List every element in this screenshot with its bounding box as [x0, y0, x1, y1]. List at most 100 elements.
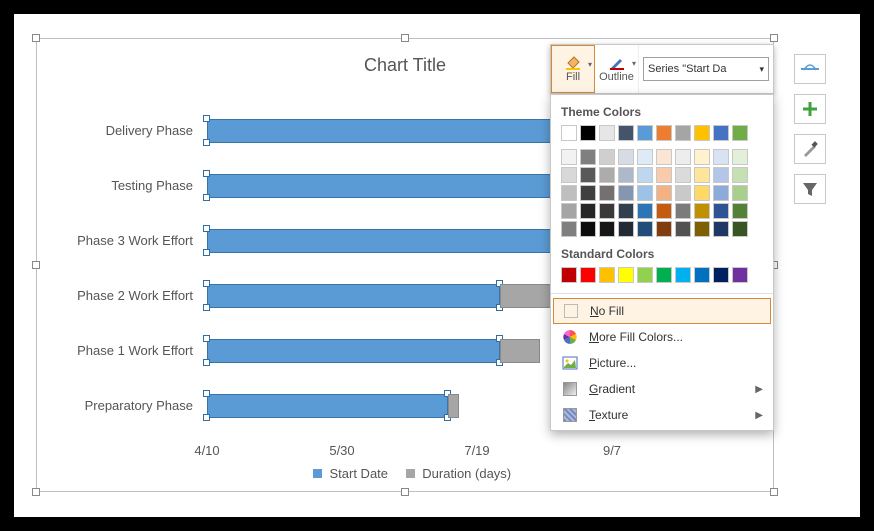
- color-swatch[interactable]: [675, 149, 691, 165]
- chart-styles-button[interactable]: [794, 134, 826, 164]
- selection-handle[interactable]: [203, 390, 210, 397]
- color-swatch[interactable]: [656, 167, 672, 183]
- chart-filters-button[interactable]: [794, 174, 826, 204]
- color-swatch[interactable]: [675, 221, 691, 237]
- bar-duration[interactable]: [500, 339, 541, 363]
- bar-start-date[interactable]: [207, 284, 500, 308]
- color-swatch[interactable]: [580, 149, 596, 165]
- selection-handle[interactable]: [203, 115, 210, 122]
- color-swatch[interactable]: [713, 149, 729, 165]
- series-selector[interactable]: Series "Start Da ▾: [643, 57, 769, 81]
- color-swatch[interactable]: [637, 221, 653, 237]
- color-swatch[interactable]: [618, 125, 634, 141]
- color-swatch[interactable]: [656, 149, 672, 165]
- color-swatch[interactable]: [656, 185, 672, 201]
- color-swatch[interactable]: [732, 221, 748, 237]
- color-swatch[interactable]: [694, 267, 710, 283]
- color-swatch[interactable]: [694, 203, 710, 219]
- bar-start-date[interactable]: [207, 394, 448, 418]
- selection-handle[interactable]: [203, 335, 210, 342]
- color-swatch[interactable]: [618, 203, 634, 219]
- color-swatch[interactable]: [599, 149, 615, 165]
- color-swatch[interactable]: [580, 185, 596, 201]
- color-swatch[interactable]: [637, 203, 653, 219]
- x-axis[interactable]: 4/105/307/199/7: [207, 443, 747, 461]
- legend[interactable]: Start Date Duration (days): [37, 466, 773, 481]
- selection-handle[interactable]: [203, 139, 210, 146]
- color-swatch[interactable]: [637, 125, 653, 141]
- color-swatch[interactable]: [637, 149, 653, 165]
- picture-fill-item[interactable]: Picture...: [551, 350, 773, 376]
- color-swatch[interactable]: [618, 221, 634, 237]
- color-swatch[interactable]: [694, 125, 710, 141]
- color-swatch[interactable]: [732, 125, 748, 141]
- color-swatch[interactable]: [580, 221, 596, 237]
- color-swatch[interactable]: [713, 203, 729, 219]
- color-swatch[interactable]: [713, 167, 729, 183]
- selection-handle[interactable]: [203, 280, 210, 287]
- color-swatch[interactable]: [656, 221, 672, 237]
- color-swatch[interactable]: [713, 125, 729, 141]
- color-swatch[interactable]: [599, 221, 615, 237]
- color-swatch[interactable]: [599, 203, 615, 219]
- color-swatch[interactable]: [675, 185, 691, 201]
- color-swatch[interactable]: [618, 267, 634, 283]
- resize-handle-tl[interactable]: [32, 34, 40, 42]
- color-swatch[interactable]: [694, 221, 710, 237]
- color-swatch[interactable]: [656, 267, 672, 283]
- resize-handle-br[interactable]: [770, 488, 778, 496]
- color-swatch[interactable]: [561, 221, 577, 237]
- color-swatch[interactable]: [675, 203, 691, 219]
- resize-handle-b[interactable]: [401, 488, 409, 496]
- color-swatch[interactable]: [561, 167, 577, 183]
- selection-handle[interactable]: [203, 304, 210, 311]
- resize-handle-bl[interactable]: [32, 488, 40, 496]
- color-swatch[interactable]: [580, 125, 596, 141]
- color-swatch[interactable]: [732, 267, 748, 283]
- selection-handle[interactable]: [203, 170, 210, 177]
- bar-duration[interactable]: [448, 394, 459, 418]
- resize-handle-t[interactable]: [401, 34, 409, 42]
- no-fill-item[interactable]: No Fill: [553, 298, 771, 324]
- color-swatch[interactable]: [599, 125, 615, 141]
- color-swatch[interactable]: [656, 203, 672, 219]
- color-swatch[interactable]: [637, 167, 653, 183]
- color-swatch[interactable]: [561, 149, 577, 165]
- selection-handle[interactable]: [203, 225, 210, 232]
- resize-handle-l[interactable]: [32, 261, 40, 269]
- selection-handle[interactable]: [203, 249, 210, 256]
- color-swatch[interactable]: [561, 185, 577, 201]
- color-swatch[interactable]: [694, 167, 710, 183]
- color-swatch[interactable]: [732, 185, 748, 201]
- selection-handle[interactable]: [203, 194, 210, 201]
- selection-handle[interactable]: [203, 414, 210, 421]
- color-swatch[interactable]: [580, 267, 596, 283]
- color-swatch[interactable]: [675, 267, 691, 283]
- fill-button[interactable]: ▾ Fill: [551, 45, 595, 93]
- resize-handle-tr[interactable]: [770, 34, 778, 42]
- bar-start-date[interactable]: [207, 229, 556, 253]
- color-swatch[interactable]: [618, 167, 634, 183]
- color-swatch[interactable]: [561, 125, 577, 141]
- color-swatch[interactable]: [713, 185, 729, 201]
- selection-handle[interactable]: [203, 359, 210, 366]
- color-swatch[interactable]: [675, 167, 691, 183]
- bar-start-date[interactable]: [207, 174, 572, 198]
- color-swatch[interactable]: [561, 203, 577, 219]
- chart-elements-button[interactable]: [794, 94, 826, 124]
- color-swatch[interactable]: [713, 267, 729, 283]
- color-swatch[interactable]: [656, 125, 672, 141]
- color-swatch[interactable]: [694, 149, 710, 165]
- color-swatch[interactable]: [694, 185, 710, 201]
- more-fill-colors-item[interactable]: More Fill Colors...: [551, 324, 773, 350]
- bar-start-date[interactable]: [207, 339, 500, 363]
- color-swatch[interactable]: [675, 125, 691, 141]
- texture-fill-item[interactable]: Texture ▶: [551, 402, 773, 428]
- color-swatch[interactable]: [599, 267, 615, 283]
- color-swatch[interactable]: [732, 149, 748, 165]
- color-swatch[interactable]: [599, 185, 615, 201]
- color-swatch[interactable]: [561, 267, 577, 283]
- chart-layout-button[interactable]: [794, 54, 826, 84]
- color-swatch[interactable]: [580, 167, 596, 183]
- color-swatch[interactable]: [713, 221, 729, 237]
